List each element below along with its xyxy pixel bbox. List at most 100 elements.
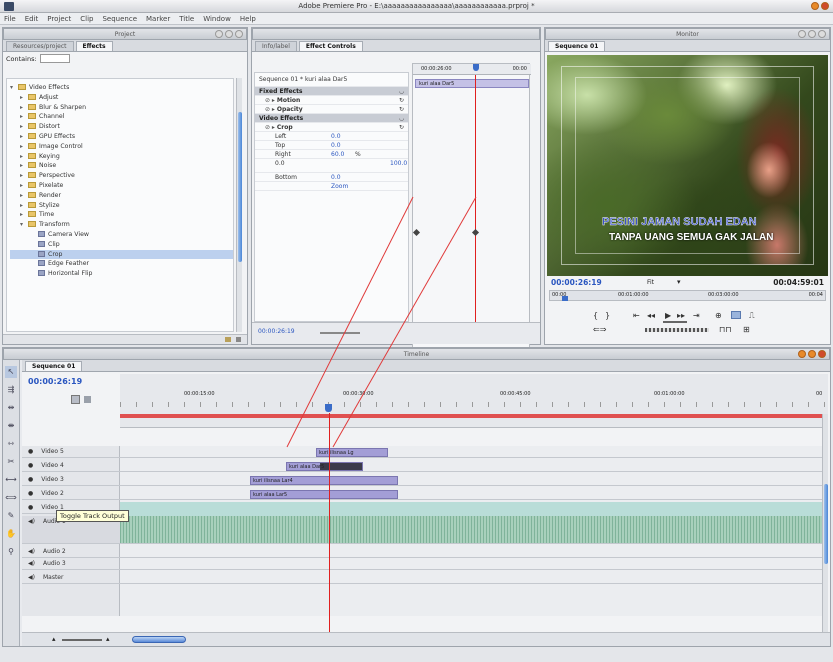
- track-lane[interactable]: [120, 572, 822, 584]
- eye-icon[interactable]: ●: [28, 448, 33, 455]
- trim-icon[interactable]: ⊓⊓: [719, 325, 731, 334]
- razor-tool-icon[interactable]: ✂: [5, 456, 17, 468]
- menu-edit[interactable]: Edit: [25, 15, 39, 23]
- disclosure-closed-icon[interactable]: ▸: [20, 122, 28, 132]
- zoom-tool-icon[interactable]: ⚲: [5, 546, 17, 558]
- project-panel-controls[interactable]: [215, 30, 243, 38]
- disclosure-closed-icon[interactable]: ▸: [20, 161, 28, 171]
- effects-tree-item[interactable]: ▸ Image Control: [10, 142, 233, 152]
- close-button[interactable]: [821, 2, 829, 10]
- mark-in-icon[interactable]: {: [593, 311, 598, 320]
- effects-tree-item[interactable]: ▸ Channel: [10, 112, 233, 122]
- slide-tool-icon[interactable]: ⟺: [5, 492, 17, 504]
- menu-help[interactable]: Help: [240, 15, 256, 23]
- disclosure-closed-icon[interactable]: ▸: [20, 132, 28, 142]
- effects-tree-item[interactable]: Crop: [10, 249, 233, 260]
- disclosure-closed-icon[interactable]: ▸: [20, 210, 28, 220]
- track-header[interactable]: ● Video 5: [22, 446, 120, 458]
- delete-icon[interactable]: [236, 337, 241, 342]
- ec-row-crop[interactable]: ⊘ ▸ Crop ↻: [255, 123, 408, 132]
- disclosure-closed-icon[interactable]: ▸: [20, 191, 28, 201]
- timeline-vscroll[interactable]: [822, 414, 828, 632]
- effects-tree-item[interactable]: ▸ Keying: [10, 152, 233, 162]
- ec-row-value[interactable]: 60.0: [331, 150, 344, 159]
- speaker-icon[interactable]: ◀): [28, 574, 35, 581]
- effects-scrollbar[interactable]: [236, 78, 242, 332]
- minimize-button[interactable]: [811, 2, 819, 10]
- chevron-down-icon[interactable]: ▾: [677, 278, 681, 286]
- effects-tree-item[interactable]: ▸ GPU Effects: [10, 132, 233, 142]
- lift-icon[interactable]: ⊕: [715, 311, 722, 320]
- menu-title[interactable]: Title: [179, 15, 194, 23]
- tab-timeline-sequence[interactable]: Sequence 01: [25, 361, 83, 371]
- marker-icon[interactable]: [84, 396, 91, 403]
- mark-out-icon[interactable]: }: [605, 311, 610, 320]
- effects-tree-item[interactable]: Clip: [10, 240, 233, 250]
- effects-tree-item[interactable]: ▸ Time: [10, 210, 233, 220]
- tab-project[interactable]: Resources/project: [6, 41, 74, 51]
- ec-row-video-effects[interactable]: Video Effects ◡: [255, 114, 408, 123]
- track-lane[interactable]: [120, 488, 822, 500]
- effects-tree-item[interactable]: Camera View: [10, 230, 233, 240]
- zoom-in-icon[interactable]: ▴: [106, 635, 110, 643]
- ec-row-fixed-effects[interactable]: Fixed Effects ◡: [255, 87, 408, 96]
- eye-icon[interactable]: ●: [28, 504, 33, 511]
- ec-row-value[interactable]: 0.0: [331, 132, 341, 141]
- speaker-icon[interactable]: ◀): [28, 560, 35, 567]
- ec-row-motion[interactable]: ⊘ ▸ Motion ↻: [255, 96, 408, 105]
- disclosure-open-icon[interactable]: ▾: [10, 83, 18, 93]
- effects-tree-item[interactable]: ▸ Blur & Sharpen: [10, 103, 233, 113]
- track-lane[interactable]: [120, 460, 822, 472]
- track-select-tool-icon[interactable]: ⇶: [5, 384, 17, 396]
- output-icon[interactable]: ⎍: [749, 311, 755, 321]
- track-header[interactable]: ● Video 4: [22, 460, 120, 472]
- ec-playhead-marker[interactable]: [473, 64, 479, 71]
- reset-icon[interactable]: ↻: [399, 123, 404, 132]
- eye-icon[interactable]: ●: [28, 490, 33, 497]
- ec-clip-bar[interactable]: kuri alaa Dar5: [415, 79, 529, 88]
- rate-stretch-tool-icon[interactable]: ⇿: [5, 438, 17, 450]
- fx-toggle-icon[interactable]: ⊘ ▸: [265, 124, 277, 131]
- effects-tree-item[interactable]: ▾ Video Effects: [10, 83, 233, 93]
- ec-row-right[interactable]: Right 60.0%: [255, 150, 408, 159]
- rolling-edit-tool-icon[interactable]: ⇼: [5, 420, 17, 432]
- track-header[interactable]: ● Video 3: [22, 474, 120, 486]
- disclosure-closed-icon[interactable]: ▸: [20, 142, 28, 152]
- monitor-ruler[interactable]: 00:00 00:01:00:00 00:03:00:00 00:04: [549, 290, 826, 301]
- monitor-playhead-icon[interactable]: [562, 296, 568, 301]
- ec-row-bottom[interactable]: Bottom 0.0: [255, 173, 408, 182]
- ec-row-0-0[interactable]: 0.0 100.0: [255, 159, 408, 173]
- ec-row-value[interactable]: 0.0: [331, 173, 341, 182]
- export-frame-icon[interactable]: ⊞: [743, 325, 750, 334]
- tab-effect-controls[interactable]: Effect Controls: [298, 41, 363, 51]
- eye-icon[interactable]: ●: [28, 462, 33, 469]
- goto-in-icon[interactable]: ⇤: [633, 311, 640, 320]
- ec-row-zoom[interactable]: Zoom: [255, 182, 408, 191]
- track-header[interactable]: ◀) Master: [22, 572, 120, 584]
- track-header[interactable]: ● Video 2: [22, 488, 120, 500]
- timeline-clip[interactable]: kuri alaa Lar5: [250, 490, 398, 499]
- disclosure-closed-icon[interactable]: ▸: [20, 93, 28, 103]
- disclosure-open-icon[interactable]: ▾: [20, 220, 28, 230]
- timeline-hscroll-thumb[interactable]: [132, 636, 186, 643]
- disclosure-closed-icon[interactable]: ▸: [20, 152, 28, 162]
- effects-tree-item[interactable]: ▸ Render: [10, 191, 233, 201]
- effects-tree-item[interactable]: Edge Feather: [10, 259, 233, 269]
- menu-sequence[interactable]: Sequence: [102, 15, 137, 23]
- effects-tree-item[interactable]: ▾ Transform: [10, 220, 233, 230]
- selection-tool-icon[interactable]: ↖: [5, 366, 17, 378]
- menu-clip[interactable]: Clip: [80, 15, 93, 23]
- zoom-slider[interactable]: [320, 332, 360, 334]
- jog-icon[interactable]: [645, 328, 709, 332]
- section-collapse-icon[interactable]: ◡: [399, 87, 404, 96]
- slip-tool-icon[interactable]: ⟷: [5, 474, 17, 486]
- eye-icon[interactable]: ●: [28, 476, 33, 483]
- menu-marker[interactable]: Marker: [146, 15, 170, 23]
- ec-row-opacity[interactable]: ⊘ ▸ Opacity ↻: [255, 105, 408, 114]
- ec-row-value[interactable]: 100.0: [390, 159, 407, 168]
- timeline-clip[interactable]: kuri ilisnaa Lg: [316, 448, 388, 457]
- timeline-ruler[interactable]: 00:00:15:00 00:00:30:00 00:00:45:00 00:0…: [120, 374, 828, 428]
- fx-toggle-icon[interactable]: ⊘ ▸: [265, 97, 277, 104]
- ec-row-left[interactable]: Left 0.0: [255, 132, 408, 141]
- tab-info[interactable]: Info/label: [255, 41, 297, 51]
